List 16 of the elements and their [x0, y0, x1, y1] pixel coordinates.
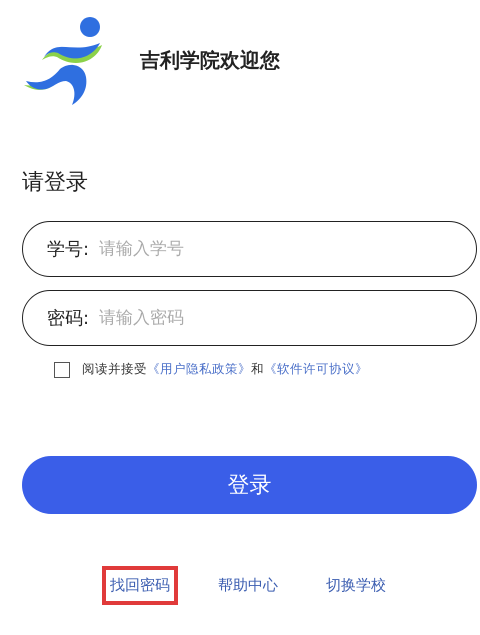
- footer-link[interactable]: 找回密码: [102, 566, 178, 605]
- input-field[interactable]: 请输入学号: [97, 238, 452, 260]
- checkbox[interactable]: [54, 362, 70, 378]
- footer-link[interactable]: 帮助中心: [210, 566, 286, 605]
- input-field[interactable]: 请输入密码: [97, 307, 452, 329]
- field-label: 密码:: [47, 307, 90, 330]
- welcome-title: 吉利学院欢迎您: [140, 46, 280, 74]
- agreement-link[interactable]: 《用户隐私政策》: [147, 361, 251, 376]
- login-heading: 请登录: [22, 169, 89, 197]
- login-button[interactable]: 登录: [22, 456, 477, 514]
- text-field[interactable]: 密码: 请输入密码: [22, 290, 477, 346]
- text-field[interactable]: 学号: 请输入学号: [22, 221, 477, 277]
- field-label: 学号:: [47, 238, 90, 261]
- footer-link[interactable]: 切换学校: [318, 566, 394, 605]
- agreement-link[interactable]: 《软件许可协议》: [264, 361, 368, 376]
- agreement-text: 阅读并接受《用户隐私政策》和《软件许可协议》: [82, 361, 368, 378]
